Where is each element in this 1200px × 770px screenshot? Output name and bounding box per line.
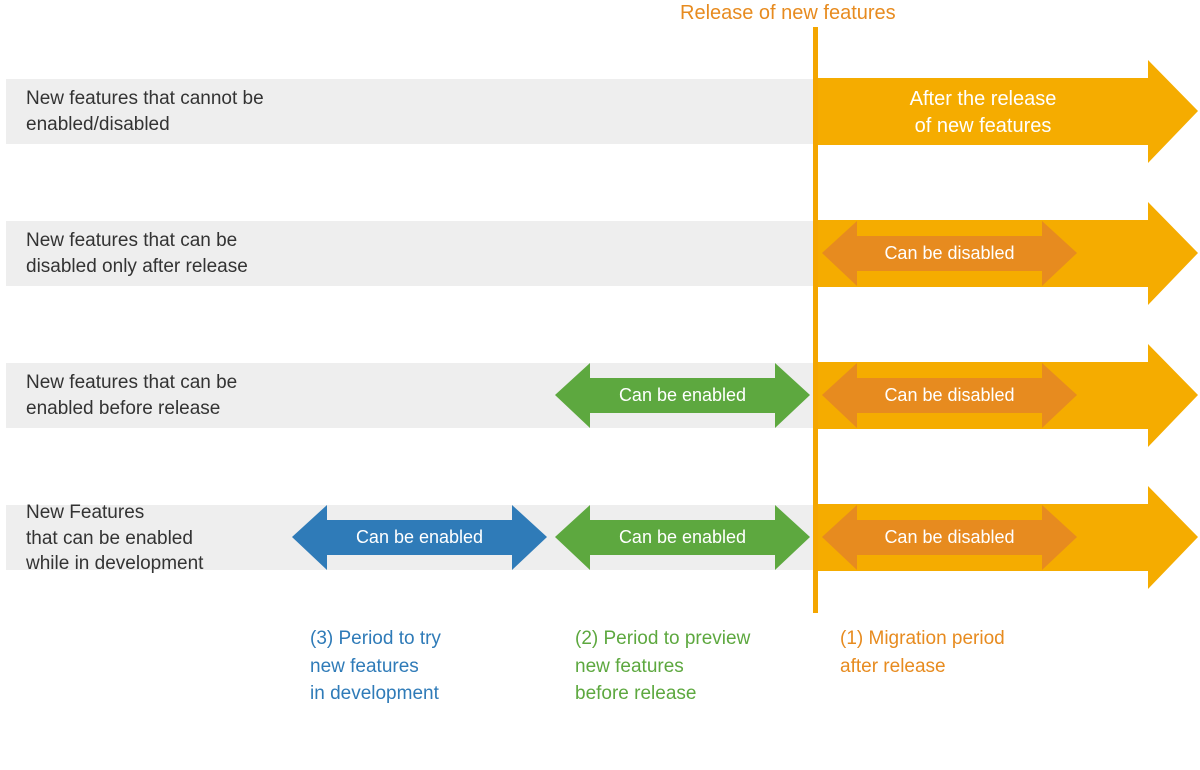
row-label-2: New features that can bedisabled only af…	[26, 228, 248, 279]
release-header: Release of new features	[680, 2, 896, 25]
orange-arrow-2-text: Can be disabled	[822, 385, 1077, 406]
footer-green: (2) Period to previewnew featuresbefore …	[575, 625, 750, 708]
row-label-4: New Featuresthat can be enabledwhile in …	[26, 500, 203, 577]
green-arrow-2-text: Can be enabled	[555, 527, 810, 548]
yellow-arrow-text: After the releaseof new features	[818, 86, 1148, 140]
orange-arrow-1-text: Can be disabled	[822, 243, 1077, 264]
release-divider	[813, 27, 818, 613]
green-arrow-1-text: Can be enabled	[555, 385, 810, 406]
footer-orange: (1) Migration periodafter release	[840, 625, 1005, 680]
row-label-1: New features that cannot beenabled/disab…	[26, 86, 264, 137]
footer-blue: (3) Period to trynew featuresin developm…	[310, 625, 441, 708]
orange-arrow-3-text: Can be disabled	[822, 527, 1077, 548]
row-label-3: New features that can beenabled before r…	[26, 370, 237, 421]
blue-arrow-1-text: Can be enabled	[292, 527, 547, 548]
